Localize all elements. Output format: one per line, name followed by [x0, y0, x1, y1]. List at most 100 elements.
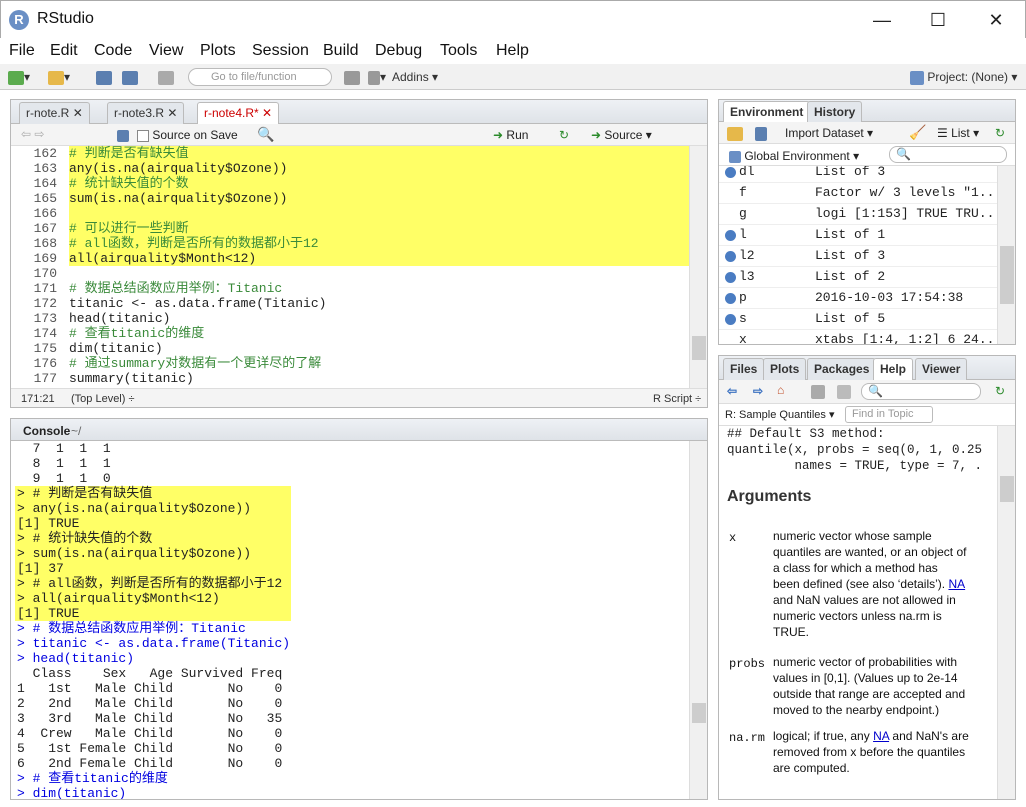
broom-icon[interactable]: 🧹	[909, 124, 926, 141]
home-icon[interactable]: ⌂	[777, 383, 784, 397]
code-line[interactable]: 164 # 统计缺失值的个数	[11, 176, 689, 191]
env-row[interactable]: l3 List of 2	[719, 267, 997, 288]
code-line[interactable]: 172 titanic <- as.data.frame(Titanic)	[11, 296, 689, 311]
tab-files[interactable]: Files	[723, 358, 765, 380]
code-line[interactable]: 176 # 通过summary对数据有一个更详尽的了解	[11, 356, 689, 371]
tab-packages[interactable]: Packages	[807, 358, 877, 380]
print-icon[interactable]	[158, 68, 174, 86]
env-row[interactable]: x xtabs [1:4, 1:2] 6 24...	[719, 330, 997, 344]
menu-code[interactable]: Code	[94, 42, 132, 60]
code-line[interactable]: 173 head(titanic)	[11, 311, 689, 326]
maximize-button[interactable]: ☐	[909, 1, 967, 39]
save-all-icon[interactable]	[122, 68, 138, 86]
menu-build[interactable]: Build	[323, 42, 359, 60]
code-line[interactable]: 169 all(airquality$Month<12)	[11, 251, 689, 266]
addins-button[interactable]: Addins ▾	[392, 68, 438, 86]
grid-icon[interactable]	[344, 68, 360, 86]
expand-icon[interactable]	[725, 314, 736, 325]
save-file-icon[interactable]	[117, 128, 129, 142]
console-scrollbar[interactable]	[689, 441, 707, 799]
code-line[interactable]: 166	[11, 206, 689, 221]
forward-arrow-icon[interactable]: ⇨	[753, 384, 763, 398]
code-line[interactable]: 163 any(is.na(airquality$Ozone))	[11, 161, 689, 176]
env-row[interactable]: f Factor w/ 3 levels "1...	[719, 183, 997, 204]
menu-help[interactable]: Help	[496, 42, 529, 60]
expand-icon[interactable]	[725, 167, 736, 178]
menu-view[interactable]: View	[149, 42, 183, 60]
help-scrollbar[interactable]	[997, 426, 1015, 799]
rstudio-logo-icon: R	[9, 10, 29, 30]
help-search-input[interactable]: 🔍	[861, 383, 981, 400]
save-workspace-icon[interactable]	[755, 126, 767, 141]
tab-help[interactable]: Help	[873, 358, 914, 380]
print-help-icon[interactable]	[811, 384, 825, 399]
tab-environment[interactable]: Environment	[723, 101, 811, 123]
import-dataset-button[interactable]: Import Dataset ▾	[785, 126, 873, 140]
tab-history[interactable]: History	[807, 101, 863, 123]
env-row[interactable]: l List of 1	[719, 225, 997, 246]
file-type-label[interactable]: R Script ÷	[653, 393, 701, 405]
open-folder-icon[interactable]: ▾	[48, 68, 70, 86]
back-arrow-icon[interactable]: ⇦	[727, 384, 737, 398]
scope-label[interactable]: (Top Level) ÷	[71, 393, 135, 405]
env-row[interactable]: p 2016-10-03 17:54:38	[719, 288, 997, 309]
menu-edit[interactable]: Edit	[50, 42, 78, 60]
rerun-icon[interactable]: ↻	[559, 128, 569, 142]
env-row[interactable]: g logi [1:153] TRUE TRU...	[719, 204, 997, 225]
na-link-2[interactable]: NA	[873, 729, 889, 743]
save-icon[interactable]	[96, 68, 112, 86]
goto-file-input[interactable]: Go to file/function	[188, 68, 332, 86]
console-output[interactable]: 7 1 1 1 8 1 1 1 9 1 1 0 > # 判断是否有缺失值 > any…	[11, 441, 689, 799]
expand-icon[interactable]	[725, 272, 736, 283]
back-icon[interactable]: ⇦ ⇨	[21, 127, 44, 141]
topic-dropdown[interactable]: R: Sample Quantiles ▾	[725, 408, 834, 421]
code-line[interactable]: 165 sum(is.na(airquality$Ozone))	[11, 191, 689, 206]
code-line[interactable]: 177 summary(titanic)	[11, 371, 689, 386]
code-line[interactable]: 170	[11, 266, 689, 281]
menu-debug[interactable]: Debug	[375, 42, 422, 60]
expand-icon[interactable]	[725, 251, 736, 262]
env-row[interactable]: dl List of 3	[719, 166, 997, 183]
code-line[interactable]: 174 # 查看titanic的维度	[11, 326, 689, 341]
menu-session[interactable]: Session	[252, 42, 309, 60]
minimize-button[interactable]: —	[853, 1, 911, 39]
env-row[interactable]: s List of 5	[719, 309, 997, 330]
editor-scrollbar[interactable]	[689, 146, 707, 388]
run-button[interactable]: ➜ Run	[493, 128, 528, 142]
global-env-dropdown[interactable]: Global Environment ▾	[729, 149, 859, 163]
expand-icon[interactable]	[725, 293, 736, 304]
tab-plots[interactable]: Plots	[763, 358, 807, 380]
tab-r-note4[interactable]: r-note4.R* ✕	[197, 102, 280, 124]
na-link[interactable]: NA	[948, 577, 965, 591]
popout-icon[interactable]	[837, 384, 851, 399]
source-on-save-checkbox[interactable]: Source on Save	[137, 128, 238, 142]
tab-r-note3[interactable]: r-note3.R ✕	[107, 102, 185, 124]
tab-r-note[interactable]: r-note.R ✕	[19, 102, 90, 124]
code-line[interactable]: 175 dim(titanic)	[11, 341, 689, 356]
env-search-input[interactable]: 🔍	[889, 146, 1007, 163]
tab-viewer[interactable]: Viewer	[915, 358, 968, 380]
refresh-icon[interactable]: ↻	[995, 126, 1005, 140]
code-area[interactable]: 162 # 判断是否有缺失值 163 any(is.na(airquality$Ozo…	[11, 146, 689, 388]
load-workspace-icon[interactable]	[727, 126, 743, 141]
layout-icon[interactable]: ▾	[368, 68, 386, 86]
new-file-icon[interactable]: ▾	[8, 68, 30, 86]
menu-plots[interactable]: Plots	[200, 42, 236, 60]
source-button[interactable]: ➜ Source ▾	[591, 128, 652, 142]
find-in-topic-input[interactable]: Find in Topic	[845, 406, 933, 423]
project-button[interactable]: Project: (None) ▾	[910, 68, 1017, 86]
close-button[interactable]: ✕	[967, 1, 1025, 39]
menu-tools[interactable]: Tools	[440, 42, 477, 60]
code-line[interactable]: 167 # 可以进行一些判断	[11, 221, 689, 236]
line-text: # 查看titanic的维度	[69, 326, 205, 341]
refresh-help-icon[interactable]: ↻	[995, 384, 1005, 398]
search-icon[interactable]: 🔍	[257, 126, 274, 143]
env-scrollbar[interactable]	[997, 166, 1015, 344]
env-row[interactable]: l2 List of 3	[719, 246, 997, 267]
code-line[interactable]: 171 # 数据总结函数应用举例：Titanic	[11, 281, 689, 296]
list-view-button[interactable]: ☰ List ▾	[937, 126, 979, 140]
expand-icon[interactable]	[725, 230, 736, 241]
menu-file[interactable]: File	[9, 42, 35, 60]
code-line[interactable]: 168 # all函数，判断是否所有的数据都小于12	[11, 236, 689, 251]
code-line[interactable]: 162 # 判断是否有缺失值	[11, 146, 689, 161]
